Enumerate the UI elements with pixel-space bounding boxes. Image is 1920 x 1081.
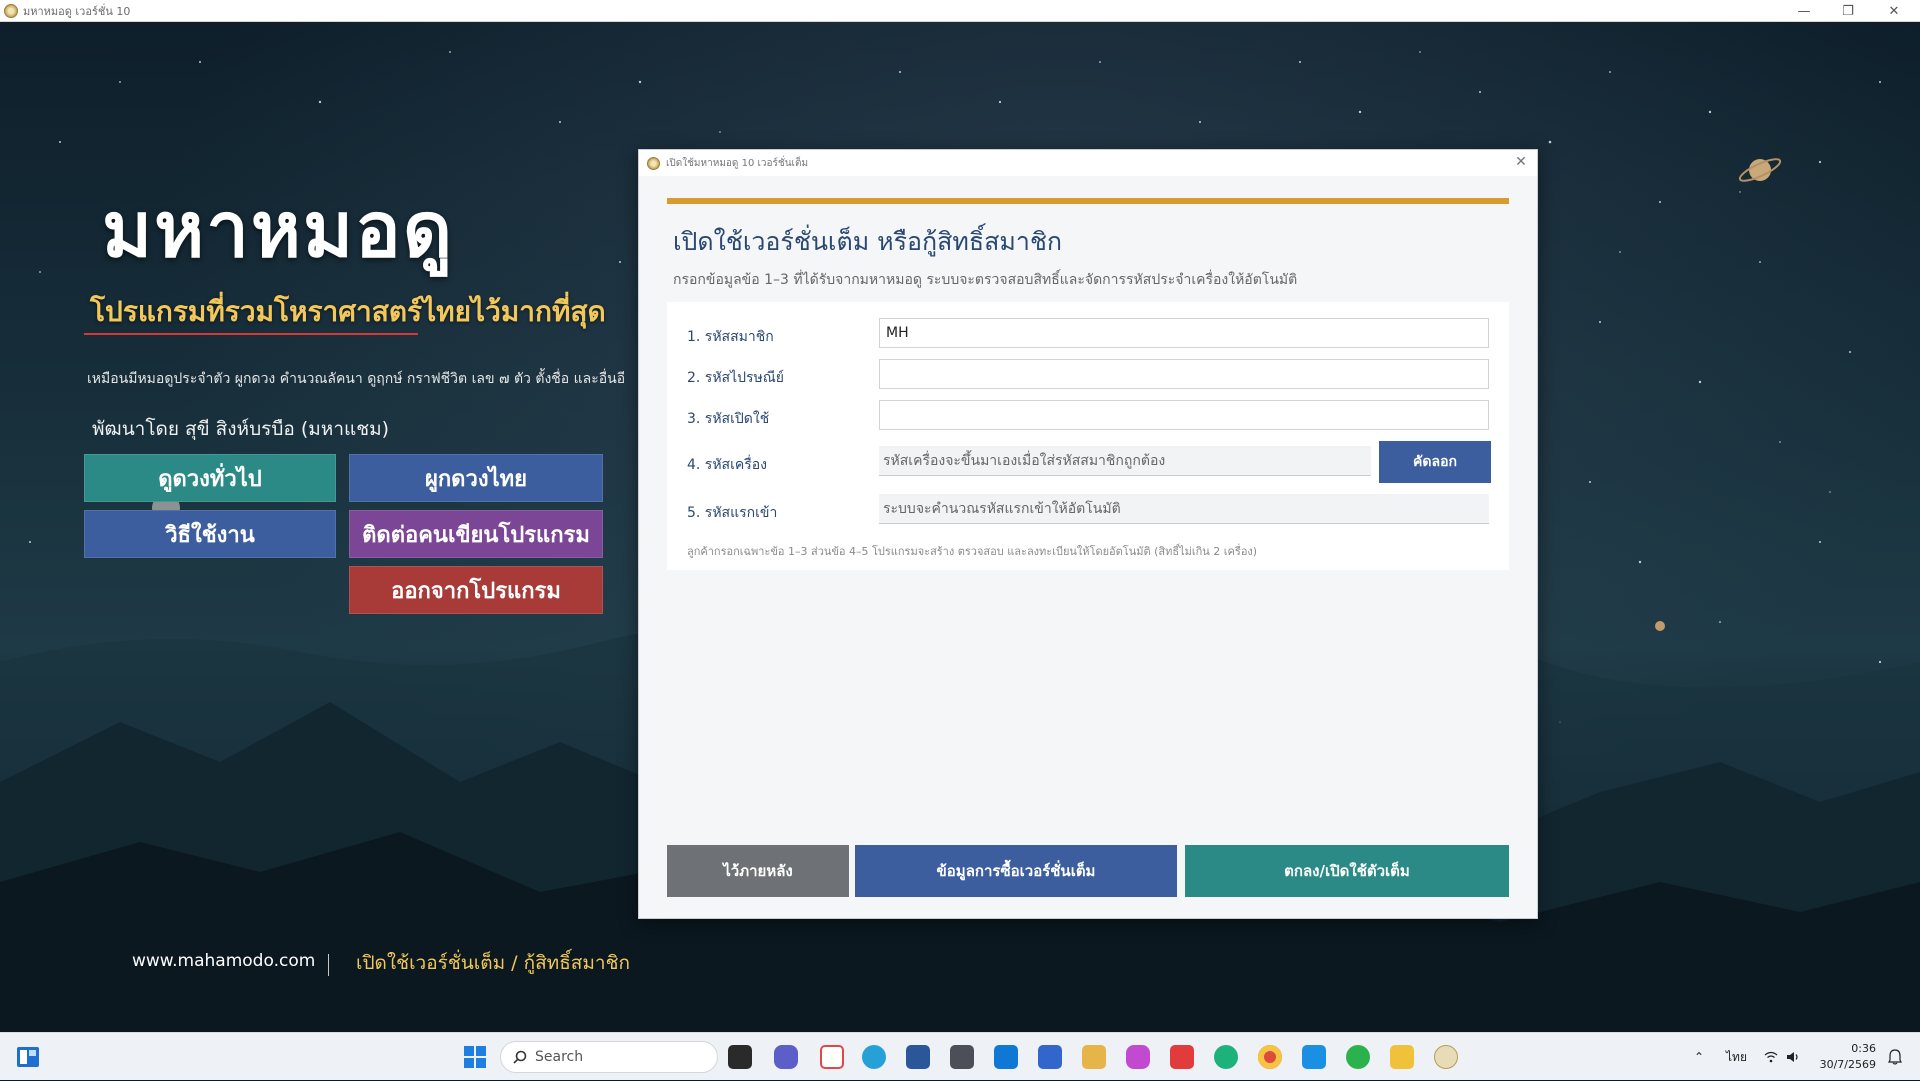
first-login-code-field: ระบบจะคำนวณรหัสแรกเข้าให้อัตโนมัติ: [879, 494, 1489, 524]
notification-bell-icon[interactable]: [1888, 1049, 1902, 1065]
dialog-titlebar: เปิดใช้มหาหมอดู 10 เวอร์ชั่นเต็ม ✕: [639, 150, 1537, 176]
input-language[interactable]: ไทย: [1726, 1033, 1747, 1081]
chrome-profile-icon[interactable]: [1346, 1045, 1370, 1069]
close-window-button[interactable]: ✕: [1876, 0, 1912, 22]
postal-code-label: 2. รหัสไปรษณีย์: [687, 370, 784, 386]
task-view-icon[interactable]: [728, 1045, 752, 1069]
microsoft-365-icon[interactable]: [1126, 1045, 1150, 1069]
dialog-logo-icon: [647, 156, 660, 170]
edge-browser-icon[interactable]: [1214, 1045, 1238, 1069]
purchase-info-button[interactable]: ข้อมูลการซื้อเวอร์ชั่นเต็ม: [855, 845, 1177, 897]
search-icon: [513, 1050, 527, 1064]
notepad-icon[interactable]: [1038, 1045, 1062, 1069]
clock-date: 30/7/2569: [1819, 1058, 1876, 1071]
taskbar-clock[interactable]: 0:36 30/7/2569: [1814, 1041, 1876, 1073]
exit-program-button[interactable]: ออกจากโปรแกรม: [349, 566, 603, 614]
store-icon[interactable]: [1082, 1045, 1106, 1069]
dialog-heading: เปิดใช้เวอร์ชั่นเต็ม หรือกู้สิทธิ์สมาชิก: [673, 227, 1063, 256]
general-reading-button[interactable]: ดูดวงทั่วไป: [84, 454, 336, 502]
member-code-input[interactable]: [879, 318, 1489, 348]
hero-description: เหมือนมีหมอดูประจำตัว ผูกดวง คำนวณลัคนา …: [87, 371, 626, 387]
mahamodo-app-icon[interactable]: [1434, 1045, 1458, 1069]
taskbar-search-box[interactable]: Search: [500, 1041, 718, 1073]
ok-activate-button[interactable]: ตกลง/เปิดใช้ตัวเต็ม: [1185, 845, 1509, 897]
activation-form: 1. รหัสสมาชิก 2. รหัสไปรษณีย์ 3. รหัสเปิ…: [667, 302, 1509, 570]
snipping-tool-icon[interactable]: [820, 1045, 844, 1069]
clock-time: 0:36: [1851, 1042, 1876, 1055]
app-window-title: มหาหมอดู เวอร์ชั่น 10: [23, 4, 131, 18]
teams-chat-icon[interactable]: [774, 1045, 798, 1069]
activation-dialog: เปิดใช้มหาหมอดู 10 เวอร์ชั่นเต็ม ✕ เปิดใ…: [638, 149, 1538, 919]
copy-machine-code-button[interactable]: คัดลอก: [1379, 441, 1491, 483]
search-label: Search: [535, 1049, 584, 1065]
app-logo-icon: [4, 3, 18, 18]
form-hint-text: ลูกค้ากรอกเฉพาะข้อ 1–3 ส่วนข้อ 4–5 โปรแก…: [687, 545, 1258, 558]
chrome-icon[interactable]: [1258, 1045, 1282, 1069]
hero-subtitle: โปรแกรมที่รวมโหราศาสตร์ไทยไว้มากที่สุด: [90, 295, 606, 328]
globe-app-icon[interactable]: [862, 1045, 886, 1069]
calculator-icon[interactable]: [950, 1045, 974, 1069]
windows-taskbar: Search ⌃ ไทย 0:36 30/7/2569: [0, 1032, 1920, 1080]
developer-credit: พัฒนาโดย สุขี สิงห์บรบือ (มหาแชม): [92, 418, 390, 440]
outlook-icon[interactable]: [994, 1045, 1018, 1069]
website-link[interactable]: www.mahamodo.com: [132, 951, 315, 971]
blue-app-icon[interactable]: [1302, 1045, 1326, 1069]
dialog-description: กรอกข้อมูลข้อ 1–3 ที่ได้รับจากมหาหมอดู ร…: [673, 272, 1298, 288]
thai-chart-button[interactable]: ผูกดวงไทย: [349, 454, 603, 502]
first-login-code-label: 5. รหัสแรกเข้า: [687, 505, 778, 521]
machine-code-field: รหัสเครื่องจะขึ้นมาเองเมื่อใส่รหัสสมาชิก…: [879, 446, 1371, 476]
app-titlebar: มหาหมอดู เวอร์ชั่น 10 — ❐ ✕: [0, 0, 1920, 22]
contact-developer-button[interactable]: ติดต่อคนเขียนโปรแกรม: [349, 510, 603, 558]
postal-code-input[interactable]: [879, 359, 1489, 389]
member-code-label: 1. รหัสสมาชิก: [687, 329, 774, 345]
activation-code-input[interactable]: [879, 400, 1489, 430]
activate-full-version-link[interactable]: เปิดใช้เวอร์ชั่นเต็ม / กู้สิทธิ์สมาชิก: [356, 948, 630, 978]
word-icon[interactable]: [906, 1045, 930, 1069]
hero-title: มหาหมอดู: [102, 185, 455, 274]
dialog-close-button[interactable]: ✕: [1511, 152, 1531, 172]
maximize-button[interactable]: ❐: [1830, 0, 1866, 22]
anydesk-icon[interactable]: [1170, 1045, 1194, 1069]
file-explorer-icon[interactable]: [1390, 1045, 1414, 1069]
dialog-title: เปิดใช้มหาหมอดู 10 เวอร์ชั่นเต็ม: [666, 157, 809, 169]
later-button[interactable]: ไว้ภายหลัง: [667, 845, 849, 897]
widgets-icon[interactable]: [16, 1046, 40, 1068]
wifi-icon[interactable]: [1764, 1051, 1778, 1063]
dialog-accent-bar: [667, 198, 1509, 204]
saturn-planet-illustration: [1738, 158, 1782, 182]
how-to-use-button[interactable]: วิธีใช้งาน: [84, 510, 336, 558]
minimize-button[interactable]: —: [1786, 0, 1822, 22]
start-windows-icon[interactable]: [463, 1045, 487, 1069]
footer-separator: [328, 954, 329, 976]
hero-subtitle-underline: [84, 333, 418, 335]
speaker-icon[interactable]: [1786, 1051, 1800, 1063]
activation-code-label: 3. รหัสเปิดใช้: [687, 411, 770, 427]
tray-chevron-up-icon[interactable]: ⌃: [1694, 1033, 1704, 1081]
machine-code-label: 4. รหัสเครื่อง: [687, 457, 768, 473]
